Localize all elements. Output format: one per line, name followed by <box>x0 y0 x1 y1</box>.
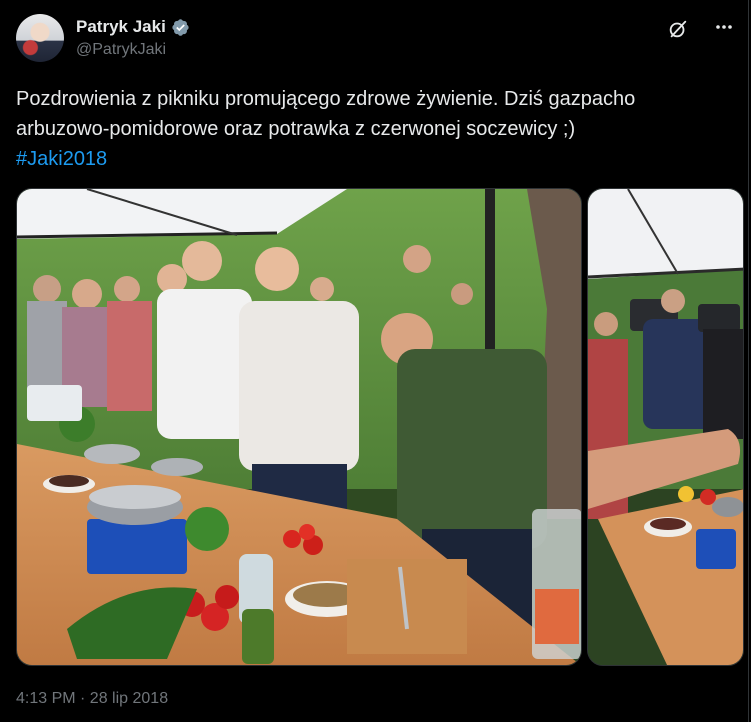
verified-badge-icon <box>172 18 189 36</box>
tweet-text-line-1: Pozdrowienia z pikniku promującego zdrow… <box>16 88 636 110</box>
tweet-timestamp[interactable]: 4:13 PM · 28 lip 2018 <box>16 690 168 708</box>
handle[interactable]: @PatrykJaki <box>76 41 166 59</box>
hashtag-link[interactable]: #Jaki2018 <box>16 144 716 174</box>
more-icon[interactable] <box>713 16 735 38</box>
timeline-border <box>748 0 749 722</box>
grok-icon[interactable] <box>667 18 689 40</box>
tweet-text: Pozdrowienia z pikniku promującego zdrow… <box>16 84 716 174</box>
media-gallery <box>16 188 744 666</box>
photo-illustration-side <box>588 189 743 665</box>
avatar[interactable] <box>16 14 64 62</box>
photo-cooking-main[interactable] <box>16 188 582 666</box>
author-name-row[interactable]: Patryk Jaki <box>76 17 190 37</box>
tweet-text-line-2: arbuzowo-pomidorowe oraz potrawka z czer… <box>16 118 576 140</box>
tweet-header: Patryk Jaki @PatrykJaki <box>16 14 735 64</box>
display-name[interactable]: Patryk Jaki <box>76 17 166 37</box>
photo-cooking-side[interactable] <box>587 188 744 666</box>
photo-illustration <box>17 189 581 665</box>
